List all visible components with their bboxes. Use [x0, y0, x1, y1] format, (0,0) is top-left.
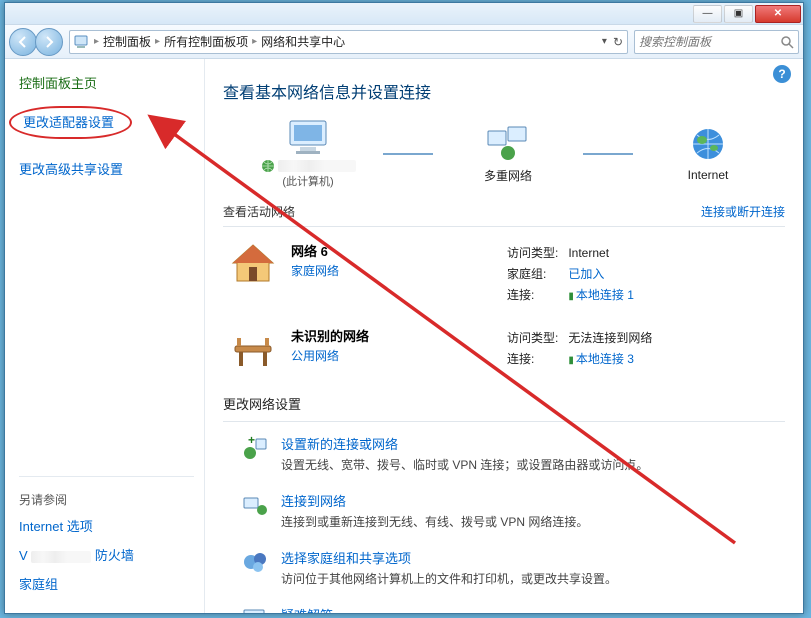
- task-troubleshoot[interactable]: 疑难解答: [223, 597, 785, 613]
- sidebar-adapter-link-wrap: 更改适配器设置: [19, 106, 194, 149]
- network-2-props: 访问类型:无法连接到网络 连接:▮本地连接 3: [505, 326, 779, 370]
- divider: [223, 421, 785, 422]
- internet-options-link[interactable]: Internet 选项: [19, 516, 194, 535]
- svg-text:+: +: [248, 435, 255, 447]
- search-box[interactable]: [634, 30, 799, 54]
- maximize-button[interactable]: ▣: [724, 5, 753, 23]
- sidebar-see-also: 另请参阅 Internet 选项 V 防火墙 家庭组: [19, 476, 194, 603]
- map-multi-network: 多重网络: [433, 125, 583, 184]
- link-line-icon: [383, 149, 433, 159]
- sidebar-adapter-link[interactable]: 更改适配器设置: [9, 106, 132, 139]
- signal-icon: ▮: [568, 355, 574, 366]
- connect-disconnect-link[interactable]: 连接或断开连接: [701, 203, 785, 220]
- see-also-title: 另请参阅: [19, 491, 194, 508]
- task-connect-network-desc: 连接到或重新连接到无线、有线、拨号或 VPN 网络连接。: [281, 513, 588, 530]
- prop-value: Internet: [568, 243, 642, 262]
- network-1-props: 访问类型:Internet 家庭组:已加入 连接:▮本地连接 1: [505, 241, 779, 306]
- address-row: ▸ 控制面板 ▸ 所有控制面板项 ▸ 网络和共享中心 ▾ ↻: [5, 25, 803, 59]
- forward-button[interactable]: [35, 28, 63, 56]
- change-settings-title: 更改网络设置: [223, 394, 785, 413]
- task-new-connection[interactable]: + 设置新的连接或网络 设置无线、宽带、拨号、临时或 VPN 连接；或设置路由器…: [223, 426, 785, 483]
- map-internet: Internet: [633, 126, 783, 182]
- breadcrumb-item[interactable]: 控制面板: [103, 33, 151, 50]
- active-networks-title: 查看活动网络: [223, 203, 295, 220]
- minimize-button[interactable]: —: [693, 5, 722, 23]
- address-bar[interactable]: ▸ 控制面板 ▸ 所有控制面板项 ▸ 网络和共享中心 ▾ ↻: [69, 30, 628, 54]
- divider: [223, 226, 785, 227]
- task-new-connection-desc: 设置无线、宽带、拨号、临时或 VPN 连接；或设置路由器或访问点。: [281, 456, 648, 473]
- page-title: 查看基本网络信息并设置连接: [223, 79, 785, 103]
- help-icon[interactable]: ?: [773, 65, 791, 83]
- task-homegroup-sharing-link[interactable]: 选择家庭组和共享选项: [281, 548, 617, 567]
- connection-3-link[interactable]: 本地连接 3: [576, 352, 634, 366]
- globe-icon: [688, 126, 728, 164]
- task-troubleshoot-link[interactable]: 疑难解答: [281, 605, 333, 613]
- network-2-info: 未识别的网络 公用网络: [291, 326, 491, 364]
- homegroup-link[interactable]: 家庭组: [19, 574, 194, 593]
- content-pane: ? 查看基本网络信息并设置连接: [205, 59, 803, 613]
- arrow-right-icon: [43, 36, 55, 48]
- multi-network-label: 多重网络: [484, 167, 532, 184]
- prop-value: 无法连接到网络: [568, 328, 660, 347]
- task-connect-network-link[interactable]: 连接到网络: [281, 491, 588, 510]
- prop-key: 连接:: [507, 285, 566, 304]
- body: 控制面板主页 更改适配器设置 更改高级共享设置 另请参阅 Internet 选项…: [5, 59, 803, 613]
- breadcrumb-item[interactable]: 网络和共享中心: [261, 33, 345, 50]
- map-this-computer: (此计算机): [233, 119, 383, 189]
- firewall-prefix: V: [19, 548, 28, 563]
- chevron-down-icon[interactable]: ▾: [602, 36, 607, 47]
- window-frame: — ▣ ✕ ▸ 控制面板 ▸ 所有控制面板项 ▸ 网络和共享中心: [4, 2, 804, 614]
- task-homegroup-sharing-desc: 访问位于其他网络计算机上的文件和打印机，或更改共享设置。: [281, 570, 617, 587]
- network-2-type-link[interactable]: 公用网络: [291, 347, 491, 364]
- connection-1-link[interactable]: 本地连接 1: [576, 288, 634, 302]
- network-item-1: 网络 6 家庭网络 访问类型:Internet 家庭组:已加入 连接:▮本地连接…: [223, 231, 785, 316]
- public-network-icon: [229, 326, 277, 370]
- new-connection-icon: +: [241, 434, 269, 462]
- prop-key: 家庭组:: [507, 264, 566, 283]
- arrow-left-icon: [17, 36, 29, 48]
- troubleshoot-icon: [241, 605, 269, 613]
- task-new-connection-link[interactable]: 设置新的连接或网络: [281, 434, 648, 453]
- firewall-suffix: 防火墙: [95, 548, 134, 563]
- sidebar-home-link[interactable]: 控制面板主页: [19, 73, 194, 92]
- search-input[interactable]: [639, 35, 769, 49]
- task-homegroup-sharing[interactable]: 选择家庭组和共享选项 访问位于其他网络计算机上的文件和打印机，或更改共享设置。: [223, 540, 785, 597]
- firewall-link[interactable]: V 防火墙: [19, 545, 194, 564]
- this-computer-label: (此计算机): [282, 173, 333, 189]
- network-map-row: (此计算机) 多重网络: [223, 119, 785, 189]
- back-button[interactable]: [9, 28, 37, 56]
- search-icon[interactable]: [780, 35, 794, 49]
- close-button[interactable]: ✕: [755, 5, 801, 23]
- sidebar-advanced-sharing-link[interactable]: 更改高级共享设置: [19, 159, 194, 178]
- link-line-icon: [583, 149, 633, 159]
- home-network-icon: [229, 241, 277, 285]
- nav-buttons: [9, 28, 63, 56]
- address-controls: ▾ ↻: [602, 35, 623, 49]
- connect-network-icon: [241, 491, 269, 519]
- task-connect-network[interactable]: 连接到网络 连接到或重新连接到无线、有线、拨号或 VPN 网络连接。: [223, 483, 785, 540]
- prop-key: 访问类型:: [507, 328, 566, 347]
- refresh-icon[interactable]: ↻: [613, 35, 623, 49]
- network-2-name: 未识别的网络: [291, 326, 491, 345]
- multi-network-icon: [486, 125, 530, 163]
- computer-icon: [74, 35, 90, 49]
- titlebar: — ▣ ✕: [5, 3, 803, 25]
- homegroup-joined-link[interactable]: 已加入: [568, 267, 604, 281]
- internet-label: Internet: [688, 168, 729, 182]
- breadcrumb: ▸ 控制面板 ▸ 所有控制面板项 ▸ 网络和共享中心: [94, 33, 345, 50]
- monitor-icon: [286, 119, 330, 157]
- active-networks-head: 查看活动网络 连接或断开连接: [223, 203, 785, 220]
- homegroup-sharing-icon: [241, 548, 269, 576]
- pc-name-wrap: [261, 159, 356, 173]
- sidebar: 控制面板主页 更改适配器设置 更改高级共享设置 另请参阅 Internet 选项…: [5, 59, 205, 613]
- globe-small-icon: [261, 159, 275, 173]
- breadcrumb-item[interactable]: 所有控制面板项: [164, 33, 248, 50]
- network-item-2: 未识别的网络 公用网络 访问类型:无法连接到网络 连接:▮本地连接 3: [223, 316, 785, 380]
- network-1-info: 网络 6 家庭网络: [291, 241, 491, 279]
- signal-icon: ▮: [568, 291, 574, 302]
- prop-key: 连接:: [507, 349, 566, 368]
- network-1-type-link[interactable]: 家庭网络: [291, 262, 491, 279]
- prop-key: 访问类型:: [507, 243, 566, 262]
- network-1-name: 网络 6: [291, 241, 491, 260]
